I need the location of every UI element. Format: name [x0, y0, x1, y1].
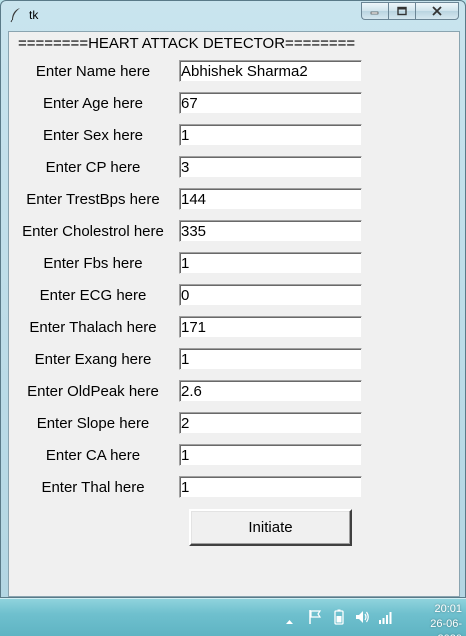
- maximize-button[interactable]: [388, 2, 415, 20]
- clock-time: 20:01: [434, 603, 462, 615]
- window-title: tk: [29, 8, 39, 22]
- field-label: Enter CA here: [45, 447, 141, 464]
- field-row-ecg: Enter ECG here: [9, 284, 461, 308]
- field-label: Enter Name here: [35, 63, 151, 80]
- oldpeak-input[interactable]: [179, 380, 362, 402]
- cholestrol-input[interactable]: [179, 220, 362, 242]
- field-row-thalach: Enter Thalach here: [9, 316, 461, 340]
- close-icon: [431, 6, 443, 16]
- field-label: Enter ECG here: [39, 287, 147, 304]
- network-signal-icon[interactable]: [378, 609, 394, 630]
- system-clock[interactable]: 20:01 26-06-2020: [416, 602, 462, 636]
- trestbps-input[interactable]: [179, 188, 362, 210]
- age-input[interactable]: [179, 92, 362, 114]
- clock-date: 26-06-2020: [430, 618, 462, 636]
- field-label: Enter Cholestrol here: [22, 223, 164, 240]
- field-label: Enter CP here: [45, 159, 141, 176]
- volume-icon[interactable]: [354, 609, 370, 630]
- app-window: tk ========HEART ATTACK DETECTOR========: [0, 0, 466, 598]
- slope-input[interactable]: [179, 412, 362, 434]
- field-label: Enter Fbs here: [43, 255, 143, 272]
- window-controls: [361, 2, 459, 20]
- sex-input[interactable]: [179, 124, 362, 146]
- field-label: Enter Thalach here: [29, 319, 157, 336]
- thal-input[interactable]: [179, 476, 362, 498]
- field-row-slope: Enter Slope here: [9, 412, 461, 436]
- field-label: Enter Slope here: [36, 415, 150, 432]
- field-label: Enter Sex here: [42, 127, 144, 144]
- field-row-oldpeak: Enter OldPeak here: [9, 380, 461, 404]
- taskbar: 20:01 26-06-2020: [0, 598, 466, 636]
- field-row-cp: Enter CP here: [9, 156, 461, 180]
- field-row-ca: Enter CA here: [9, 444, 461, 468]
- field-label: Enter TrestBps here: [26, 191, 160, 208]
- minimize-icon: [370, 7, 380, 15]
- initiate-button[interactable]: Initiate: [189, 509, 352, 546]
- field-row-sex: Enter Sex here: [9, 124, 461, 148]
- field-row-fbs: Enter Fbs here: [9, 252, 461, 276]
- field-row-trestbps: Enter TrestBps here: [9, 188, 461, 212]
- battery-icon[interactable]: [334, 609, 344, 630]
- fbs-input[interactable]: [179, 252, 362, 274]
- cp-input[interactable]: [179, 156, 362, 178]
- form-panel: ========HEART ATTACK DETECTOR======== En…: [8, 31, 460, 597]
- tk-feather-icon: [9, 7, 23, 23]
- field-label: Enter Exang here: [34, 351, 152, 368]
- field-row-cholestrol: Enter Cholestrol here: [9, 220, 461, 244]
- action-center-flag-icon[interactable]: [308, 609, 322, 630]
- minimize-button[interactable]: [361, 2, 388, 20]
- field-label: Enter Age here: [42, 95, 144, 112]
- ca-input[interactable]: [179, 444, 362, 466]
- thalach-input[interactable]: [179, 316, 362, 338]
- field-row-age: Enter Age here: [9, 92, 461, 116]
- title-bar[interactable]: tk: [1, 1, 465, 29]
- exang-input[interactable]: [179, 348, 362, 370]
- maximize-icon: [396, 6, 408, 16]
- show-hidden-icons-chevron[interactable]: [285, 613, 294, 631]
- field-row-name: Enter Name here: [9, 60, 461, 84]
- close-button[interactable]: [415, 2, 459, 20]
- name-input[interactable]: [179, 60, 362, 82]
- form-heading: ========HEART ATTACK DETECTOR========: [18, 35, 356, 52]
- field-label: Enter Thal here: [41, 479, 145, 496]
- ecg-input[interactable]: [179, 284, 362, 306]
- field-row-thal: Enter Thal here: [9, 476, 461, 500]
- field-label: Enter OldPeak here: [27, 383, 159, 400]
- field-row-exang: Enter Exang here: [9, 348, 461, 372]
